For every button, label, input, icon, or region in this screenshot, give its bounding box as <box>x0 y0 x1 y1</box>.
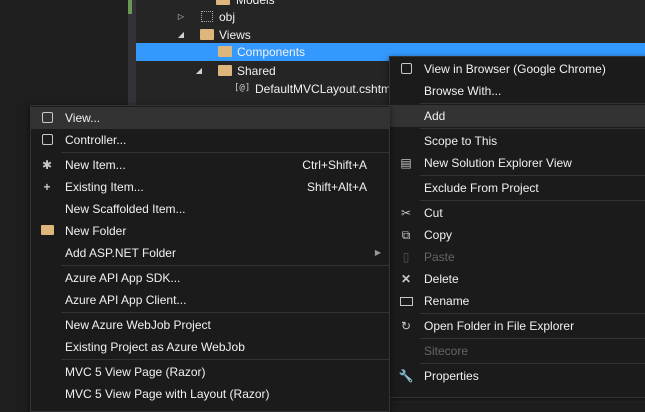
context-menu-main: View in Browser (Google Chrome) Browse W… <box>389 56 645 398</box>
paste-icon: ▯ <box>402 250 410 264</box>
menu-item-existing-project-as-webjob[interactable]: Existing Project as Azure WebJob <box>31 336 389 358</box>
expand-arrow-icon[interactable]: ▷ <box>176 8 186 26</box>
controller-icon <box>39 133 55 147</box>
folder-icon <box>218 65 232 76</box>
menu-item-delete[interactable]: ✕ Delete <box>390 268 645 290</box>
collapse-arrow-icon[interactable]: ◢ <box>176 26 186 44</box>
menu-item-controller[interactable]: Controller... <box>31 129 389 151</box>
browser-icon <box>398 62 414 76</box>
menu-separator <box>420 313 645 314</box>
menu-item-new-item[interactable]: ✱ New Item... Ctrl+Shift+A <box>31 154 389 176</box>
menu-item-copy[interactable]: ⧉ Copy <box>390 224 645 246</box>
menu-item-existing-item[interactable]: + Existing Item... Shift+Alt+A <box>31 176 389 198</box>
menu-separator <box>420 128 645 129</box>
menu-item-cut[interactable]: ✂ Cut <box>390 202 645 224</box>
menu-item-mvc5-view-page[interactable]: MVC 5 View Page (Razor) <box>31 361 389 383</box>
menu-item-add[interactable]: Add <box>390 105 645 127</box>
refresh-icon: ↻ <box>400 319 412 333</box>
delete-icon: ✕ <box>400 272 412 286</box>
copy-icon: ⧉ <box>401 228 411 242</box>
folder-icon <box>218 46 232 57</box>
menu-item-new-scaffolded-item[interactable]: New Scaffolded Item... <box>31 198 389 220</box>
menu-item-paste[interactable]: ▯ Paste <box>390 246 645 268</box>
menu-item-new-azure-webjob-project[interactable]: New Azure WebJob Project <box>31 314 389 336</box>
rename-icon <box>398 294 414 308</box>
existing-item-icon: + <box>43 180 51 194</box>
change-indicator <box>128 0 132 14</box>
menu-item-azure-api-app-client[interactable]: Azure API App Client... <box>31 289 389 311</box>
menu-item-new-folder[interactable]: New Folder <box>31 220 389 242</box>
tree-item-obj[interactable]: ▷ obj <box>136 8 645 26</box>
menu-separator <box>420 338 645 339</box>
folder-icon <box>200 29 214 40</box>
menu-item-view-in-browser[interactable]: View in Browser (Google Chrome) <box>390 58 645 80</box>
folder-outline-icon <box>201 11 213 22</box>
menu-item-browse-with[interactable]: Browse With... <box>390 80 645 102</box>
menu-item-view[interactable]: View... <box>31 107 389 129</box>
menu-separator <box>61 152 389 153</box>
menu-item-properties[interactable]: 🔧 Properties <box>390 365 645 387</box>
solution-explorer-icon: ▤ <box>400 156 412 170</box>
menu-separator <box>61 312 389 313</box>
menu-separator <box>61 265 389 266</box>
new-item-icon: ✱ <box>41 158 53 172</box>
menu-separator <box>420 363 645 364</box>
scissors-icon: ✂ <box>400 206 412 220</box>
menu-item-azure-api-app-sdk[interactable]: Azure API App SDK... <box>31 267 389 289</box>
menu-item-rename[interactable]: Rename <box>390 290 645 312</box>
view-icon <box>39 111 55 125</box>
razor-file-icon: [@] <box>234 83 251 93</box>
add-submenu: View... Controller... ✱ New Item... Ctrl… <box>30 105 390 412</box>
menu-separator <box>61 359 389 360</box>
wrench-icon: 🔧 <box>398 369 414 383</box>
menu-item-add-aspnet-folder[interactable]: Add ASP.NET Folder ▶ <box>31 242 389 264</box>
menu-item-scope-to-this[interactable]: Scope to This <box>390 130 645 152</box>
tree-item-views[interactable]: ◢ Views <box>136 26 645 44</box>
menu-item-new-solution-explorer-view[interactable]: ▤ New Solution Explorer View <box>390 152 645 174</box>
folder-icon <box>216 0 230 5</box>
menu-item-sitecore[interactable]: Sitecore <box>390 340 645 362</box>
menu-item-mvc5-view-page-layout[interactable]: MVC 5 View Page with Layout (Razor) <box>31 383 389 405</box>
menu-item-exclude-from-project[interactable]: Exclude From Project <box>390 177 645 199</box>
menu-separator <box>420 200 645 201</box>
collapse-arrow-icon[interactable]: ◢ <box>194 62 204 80</box>
menu-item-open-folder-in-file-explorer[interactable]: ↻ Open Folder in File Explorer <box>390 315 645 337</box>
submenu-arrow-icon: ▶ <box>374 248 381 257</box>
menu-separator <box>420 103 645 104</box>
new-folder-icon <box>39 224 55 238</box>
menu-separator <box>420 175 645 176</box>
